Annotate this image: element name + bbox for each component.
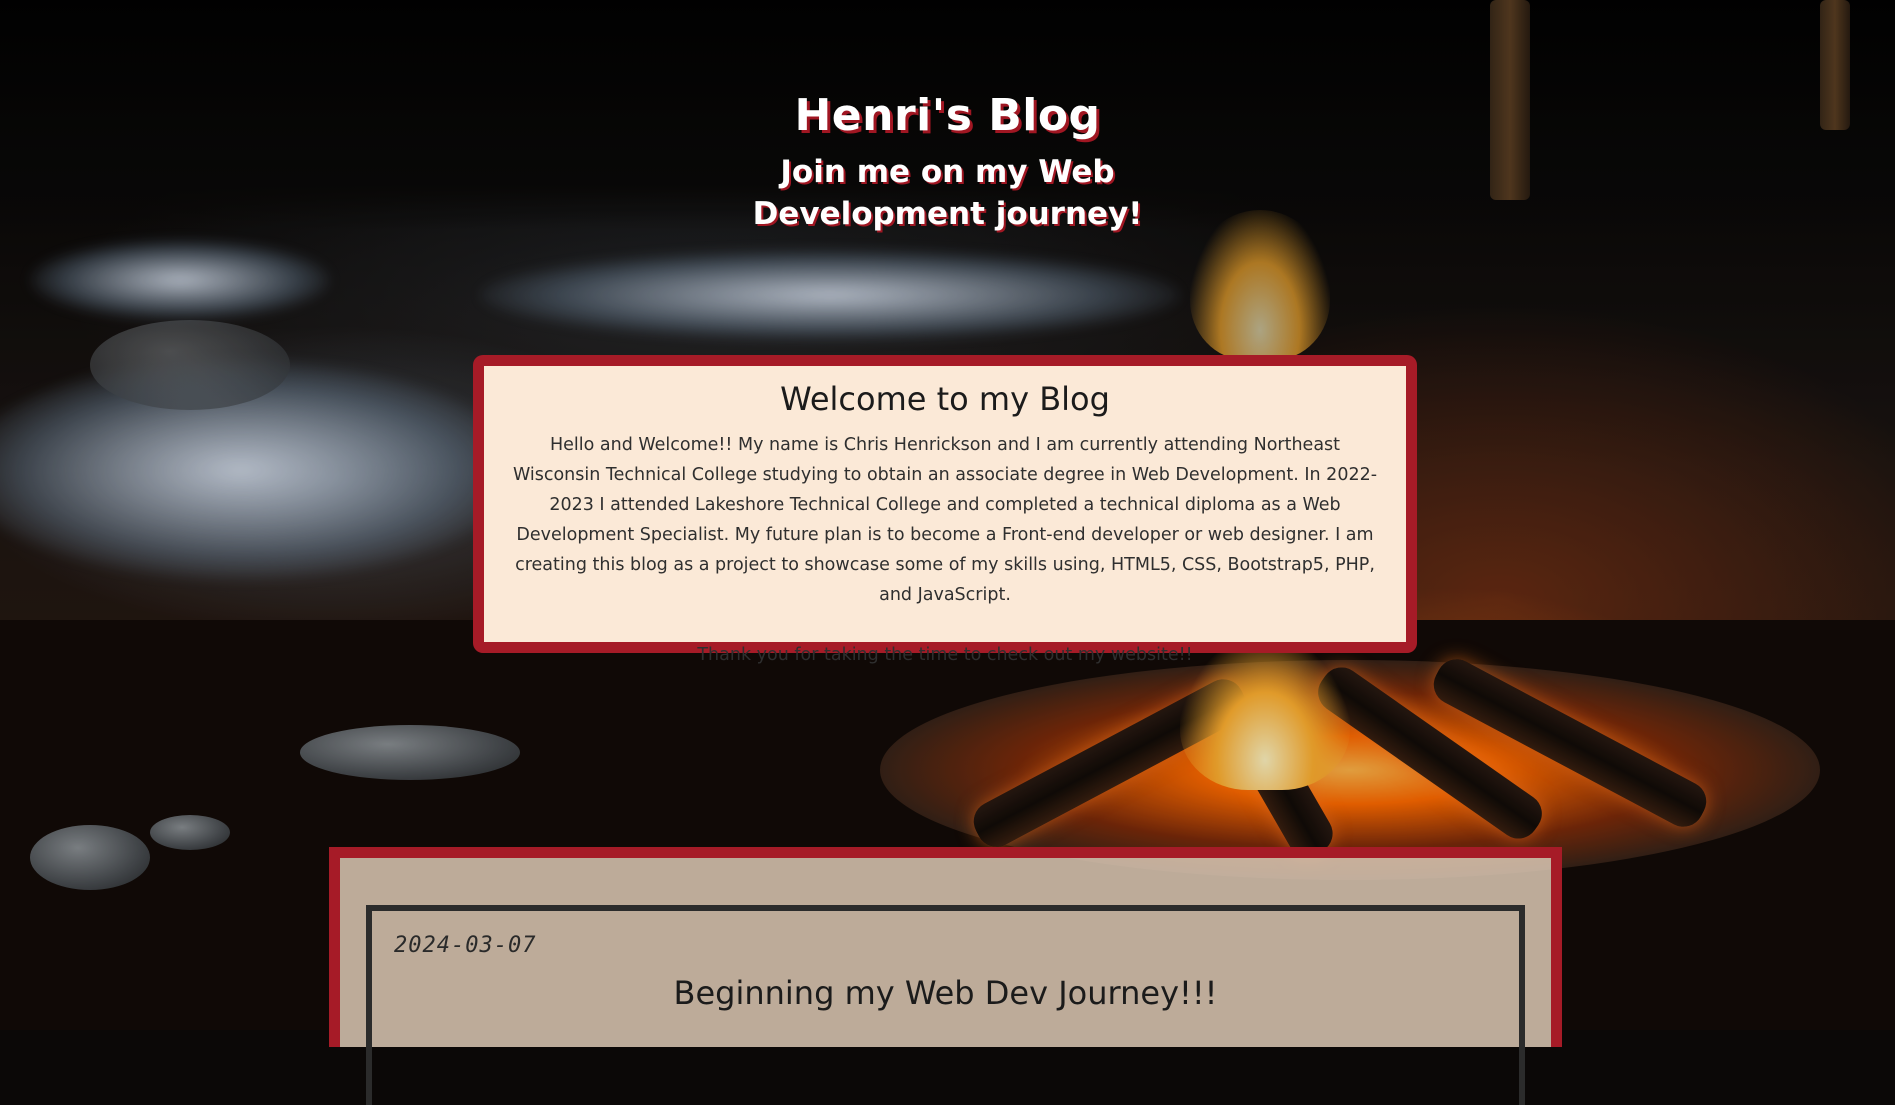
- blog-posts-section: 2024-03-07 Beginning my Web Dev Journey!…: [329, 847, 1562, 1105]
- blog-post-card: 2024-03-07 Beginning my Web Dev Journey!…: [366, 905, 1525, 1105]
- welcome-card: Welcome to my Blog Hello and Welcome!! M…: [473, 355, 1417, 665]
- post-title[interactable]: Beginning my Web Dev Journey!!!: [394, 974, 1497, 1012]
- site-subtitle: Join me on my Web Development journey!: [752, 154, 1143, 232]
- post-date: 2024-03-07: [394, 933, 537, 958]
- site-header: Henri's Blog Join me on my Web Developme…: [0, 90, 1895, 235]
- site-title: Henri's Blog: [794, 90, 1101, 141]
- welcome-body-text: Hello and Welcome!! My name is Chris Hen…: [512, 435, 1378, 605]
- welcome-heading: Welcome to my Blog: [780, 380, 1110, 418]
- welcome-thanks-text: Thank you for taking the time to check o…: [697, 645, 1193, 665]
